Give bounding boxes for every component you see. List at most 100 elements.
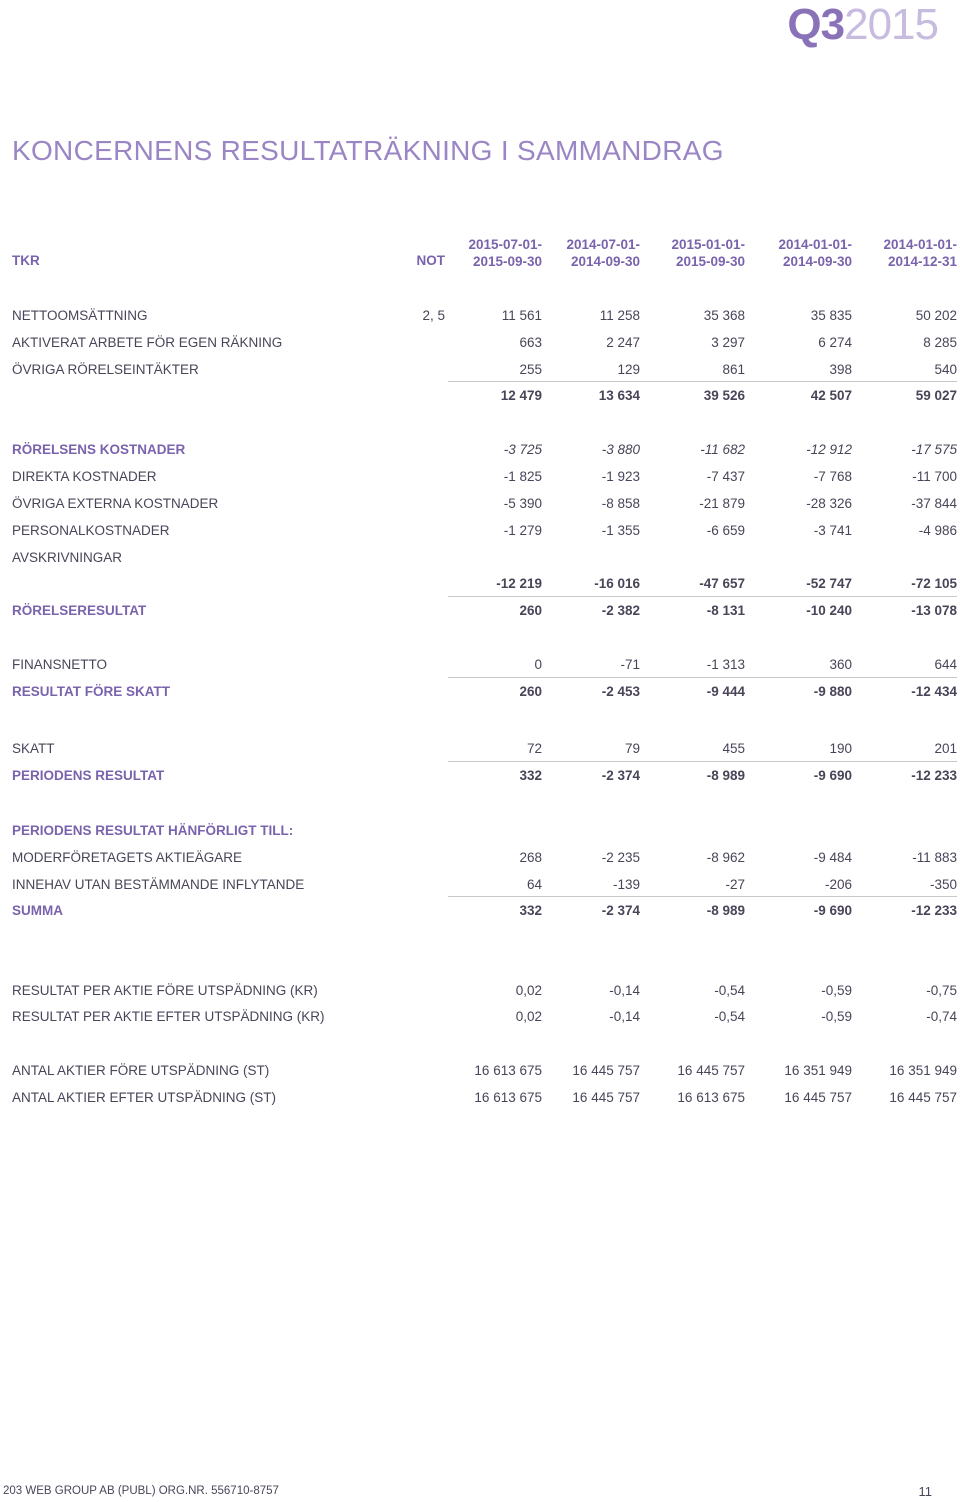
row-value: 268 [519, 850, 542, 865]
row-value: 35 368 [703, 308, 745, 323]
row-value: 39 526 [703, 388, 745, 403]
row-value: -11 883 [912, 850, 957, 865]
row-value: -12 233 [911, 903, 957, 918]
table-row: SKATT 72 79 455 190 201 [12, 735, 957, 761]
row-value: -350 [929, 877, 957, 892]
table-row: PERIODENS RESULTAT HÄNFÖRLIGT TILL: [12, 817, 957, 843]
row-value: 79 [624, 741, 640, 756]
header-period: 2015-01-01- 2015-09-30 [671, 236, 745, 270]
row-value: -139 [612, 877, 640, 892]
row-label: ÖVRIGA EXTERNA KOSTNADER [12, 496, 219, 511]
row-label: PERIODENS RESULTAT [12, 768, 165, 783]
row-value: -2 374 [601, 903, 640, 918]
row-value: 16 351 949 [784, 1063, 852, 1078]
row-label: AKTIVERAT ARBETE FÖR EGEN RÄKNING [12, 335, 283, 350]
row-value: 11 258 [599, 308, 640, 323]
row-value: -2 235 [601, 850, 640, 865]
period-to: 2015-09-30 [675, 254, 745, 269]
row-value: -8 989 [706, 768, 745, 783]
period-to: 2015-09-30 [472, 254, 542, 269]
header-period: 2014-01-01- 2014-09-30 [778, 236, 852, 270]
row-value: -52 747 [806, 576, 852, 591]
row-value: 201 [934, 741, 957, 756]
period-to: 2014-09-30 [570, 254, 640, 269]
row-label: ANTAL AKTIER FÖRE UTSPÄDNING (ST) [12, 1063, 270, 1078]
row-label: RESULTAT PER AKTIE FÖRE UTSPÄDNING (KR) [12, 983, 318, 998]
row-value: -2 382 [601, 603, 640, 618]
row-value: 332 [519, 903, 542, 918]
header-period: 2014-01-01- 2014-12-31 [883, 236, 957, 270]
row-value: -0,14 [609, 1009, 640, 1024]
row-label: SUMMA [12, 903, 63, 918]
row-value: -6 659 [706, 523, 745, 538]
row-value: -12 219 [496, 576, 542, 591]
row-label: PERIODENS RESULTAT HÄNFÖRLIGT TILL: [12, 823, 294, 838]
row-value: 3 297 [711, 335, 745, 350]
row-value: 16 445 757 [889, 1090, 957, 1105]
footer-company: 203 WEB GROUP AB (PUBL) ORG.NR. 556710-8… [3, 1485, 279, 1497]
row-value: 2 247 [606, 335, 640, 350]
row-note: 2, 5 [422, 308, 445, 323]
period-to: 2014-09-30 [782, 254, 852, 269]
row-value: -3 725 [503, 442, 542, 457]
table-row: RÖRELSERESULTAT 260 -2 382 -8 131 -10 240 -13… [12, 597, 957, 623]
row-value: -7 437 [706, 469, 745, 484]
table-row: AKTIVERAT ARBETE FÖR EGEN RÄKNING 663 2 24… [12, 329, 957, 355]
row-value: -28 326 [806, 496, 852, 511]
row-value: -0,74 [926, 1009, 957, 1024]
row-value: 16 613 675 [474, 1063, 542, 1078]
header-period: 2015-07-01- 2015-09-30 [468, 236, 542, 270]
table-row: PERIODENS RESULTAT 332 -2 374 -8 989 -9 690 -… [12, 762, 957, 788]
brand-quarter: Q3 [787, 0, 845, 49]
row-value: -21 879 [699, 496, 745, 511]
row-value: -2 453 [601, 684, 640, 699]
row-value: 0 [534, 657, 542, 672]
period-from: 2014-01-01- [883, 237, 957, 252]
row-label: DIREKTA KOSTNADER [12, 469, 157, 484]
row-value: -11 682 [700, 442, 745, 457]
header-period: 2014-07-01- 2014-09-30 [566, 236, 640, 270]
row-value: 72 [526, 741, 542, 756]
row-value: -27 [725, 877, 745, 892]
row-value: -0,75 [926, 983, 957, 998]
row-label: ÖVRIGA RÖRELSEINTÄKTER [12, 362, 199, 377]
row-value: 16 445 757 [784, 1090, 852, 1105]
row-value: 35 835 [810, 308, 852, 323]
row-value: -10 240 [806, 603, 852, 618]
table-header: TKR NOT 2015-07-01- 2015-09-30 2014-07-01… [12, 234, 957, 270]
row-value: 12 479 [500, 388, 542, 403]
brand-year: 2015 [844, 0, 939, 49]
table-row: 12 479 13 634 39 526 42 507 59 027 [12, 382, 957, 408]
row-value: 663 [519, 335, 542, 350]
table-row: PERSONALKOSTNADER -1 279 -1 355 -6 659 -3 74… [12, 517, 957, 543]
row-value: 64 [526, 877, 542, 892]
row-label: RESULTAT FÖRE SKATT [12, 684, 170, 699]
row-value: 16 445 757 [572, 1090, 640, 1105]
row-value: -13 078 [911, 603, 957, 618]
period-from: 2014-07-01- [566, 237, 640, 252]
row-value: -71 [620, 657, 640, 672]
row-value: -0,59 [821, 1009, 852, 1024]
row-value: 644 [934, 657, 957, 672]
row-value: 190 [829, 741, 852, 756]
row-value: -1 825 [503, 469, 542, 484]
table-row: FINANSNETTO 0 -71 -1 313 360 644 [12, 651, 957, 677]
row-value: -8 989 [706, 903, 745, 918]
header-not: NOT [416, 253, 446, 268]
row-value: -8 858 [601, 496, 640, 511]
row-value: -0,54 [714, 1009, 745, 1024]
row-value: 0,02 [515, 1009, 542, 1024]
page-title: KONCERNENS RESULTATRÄKNING I SAMMANDRAG [12, 134, 724, 166]
row-value: 13 634 [598, 388, 640, 403]
row-value: -12 233 [911, 768, 957, 783]
row-value: -0,59 [821, 983, 852, 998]
table-row: RESULTAT FÖRE SKATT 260 -2 453 -9 444 -9 880… [12, 678, 957, 704]
row-value: -9 444 [706, 684, 745, 699]
header-tkr: TKR [12, 253, 40, 268]
row-label: MODERFÖRETAGETS AKTIEÄGARE [12, 850, 243, 865]
table-row: MODERFÖRETAGETS AKTIEÄGARE 268 -2 235 -8 96… [12, 844, 957, 870]
row-value: 11 561 [501, 308, 542, 323]
row-value: -72 105 [911, 576, 957, 591]
row-value: -9 880 [813, 684, 852, 699]
table-row: ANTAL AKTIER EFTER UTSPÄDNING (ST) 16 613… [12, 1084, 957, 1110]
